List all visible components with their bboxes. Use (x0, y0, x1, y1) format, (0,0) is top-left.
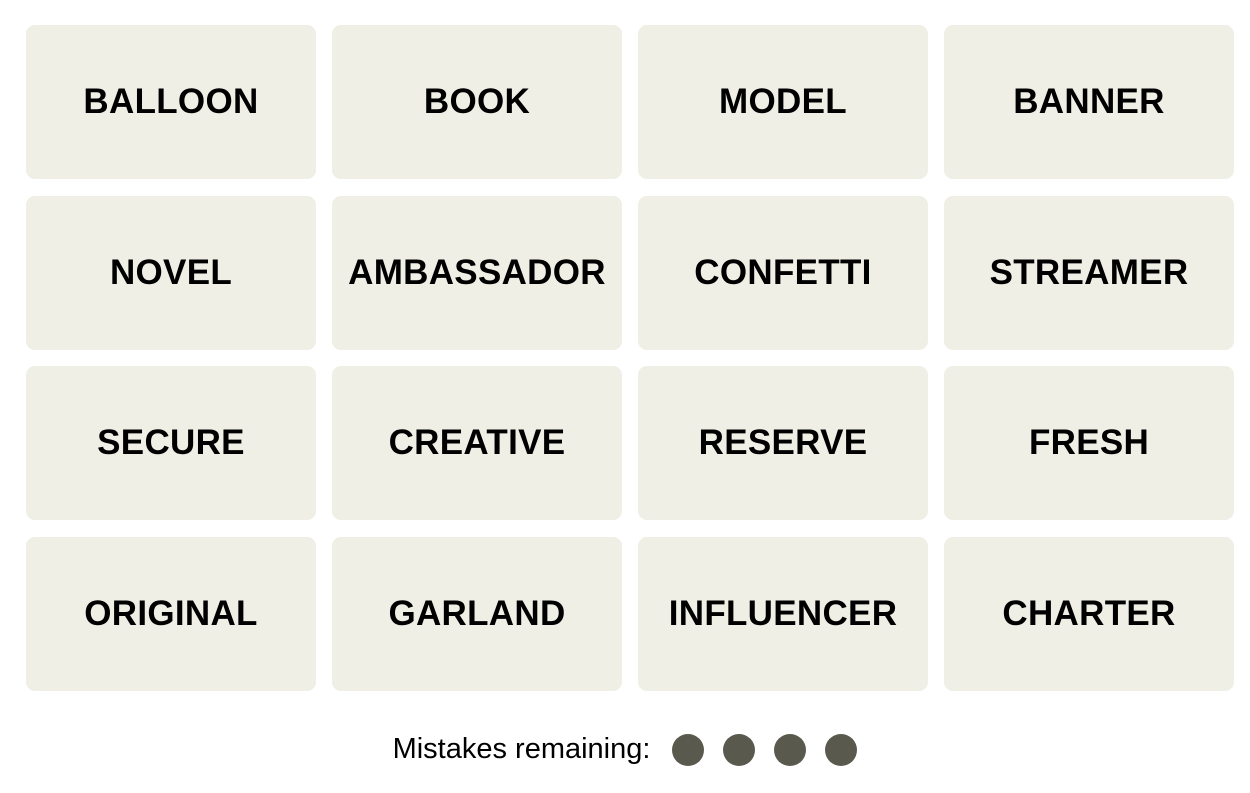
mistake-dot (774, 733, 807, 766)
word-tile[interactable]: ORIGINAL (26, 536, 316, 691)
word-tile[interactable]: AMBASSADOR (332, 195, 622, 350)
mistakes-label: Mistakes remaining: (392, 733, 651, 765)
word-tile[interactable]: SECURE (26, 366, 316, 520)
word-tile[interactable]: CHARTER (944, 536, 1234, 691)
word-grid: BALLOON BOOK MODEL BANNER NOVEL AMBASSAD… (26, 25, 1234, 691)
word-tile[interactable]: CONFETTI (638, 195, 928, 350)
word-tile[interactable]: RESERVE (638, 366, 928, 520)
mistake-dot (723, 733, 756, 766)
word-tile[interactable]: BALLOON (26, 25, 316, 179)
word-tile[interactable]: NOVEL (26, 195, 316, 350)
word-tile[interactable]: GARLAND (332, 536, 622, 691)
word-tile[interactable]: INFLUENCER (638, 536, 928, 691)
word-tile[interactable]: CREATIVE (332, 366, 622, 520)
word-tile[interactable]: FRESH (944, 366, 1234, 520)
word-tile[interactable]: BANNER (944, 25, 1234, 179)
mistake-dot (672, 733, 705, 766)
word-tile[interactable]: BOOK (332, 25, 622, 179)
word-tile[interactable]: STREAMER (944, 195, 1234, 350)
mistakes-remaining: Mistakes remaining: (0, 733, 1250, 766)
word-tile[interactable]: MODEL (638, 25, 928, 179)
mistake-dot (825, 733, 858, 766)
mistake-dots (672, 733, 858, 766)
